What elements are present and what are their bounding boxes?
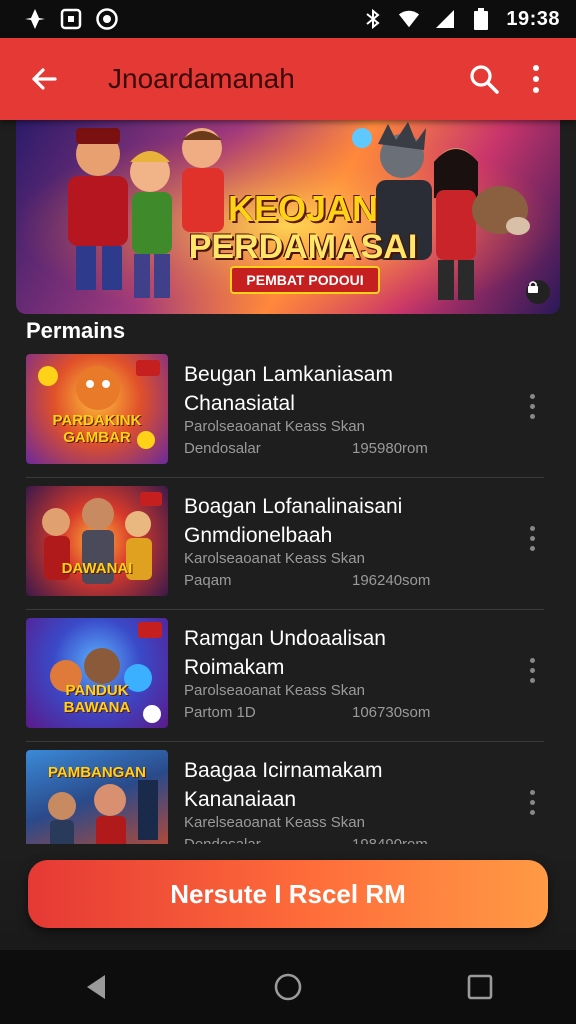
item-more-button[interactable] xyxy=(522,518,542,558)
nav-recents-icon xyxy=(467,974,493,1000)
item-title-line1: Beugan Lamkaniasam xyxy=(184,363,393,386)
item-thumbnail: PANDUK BAWANA xyxy=(26,618,168,728)
battery-icon xyxy=(470,8,492,30)
item-more-button[interactable] xyxy=(522,650,542,690)
item-subtitle: Karelseaoanat Keass Skan xyxy=(184,814,365,831)
item-subtitle: Parolseaoanat Keass Skan xyxy=(184,418,365,435)
nav-home-button[interactable] xyxy=(258,957,318,1017)
signal-icon xyxy=(434,8,456,30)
app-title: Jnoardamanah xyxy=(108,63,295,94)
item-more-button[interactable] xyxy=(522,386,542,426)
item-meta-left: Paqam xyxy=(184,572,232,589)
screenshot-icon xyxy=(60,8,82,30)
status-right: 19:38 xyxy=(362,8,560,31)
item-title-line2: Gnmdionelbaah xyxy=(184,524,333,547)
thumbnail-label: DAWANAI xyxy=(61,560,133,577)
featured-banner[interactable]: KEOJAN PERDAMASAI PEMBAT PODOUI xyxy=(16,118,560,314)
app-bar: Jnoardamanah xyxy=(0,38,576,120)
item-meta-right: 106730som xyxy=(352,704,431,721)
item-title-line1: Ramgan Undoaalisan xyxy=(184,627,386,650)
pocket-icon xyxy=(96,8,118,30)
status-bar: 19:38 xyxy=(0,0,576,38)
list-item[interactable]: PANDUK BAWANA Ramgan Undoaalisan Roimaka… xyxy=(26,610,544,742)
status-clock: 19:38 xyxy=(506,7,560,30)
item-thumbnail: PARDAKINK GAMBAR xyxy=(26,354,168,464)
status-left xyxy=(24,8,118,30)
arrow-left-icon xyxy=(32,68,57,90)
wifi-icon xyxy=(398,8,420,30)
banner-lock-button[interactable] xyxy=(526,280,550,304)
search-button[interactable] xyxy=(458,49,510,109)
nav-home-icon xyxy=(274,973,302,1001)
item-meta-left: Partom 1D xyxy=(184,704,256,721)
item-meta-right: 196240som xyxy=(352,572,431,589)
lock-icon xyxy=(528,281,538,293)
thumbnail-label: PARDAKINK GAMBAR xyxy=(52,412,142,446)
item-title-line2: Chanasiatal xyxy=(184,392,295,415)
game-list: PARDAKINK GAMBAR Beugan Lamkaniasam Chan… xyxy=(0,346,576,874)
thumbnail-art xyxy=(42,492,162,584)
navigation-icon xyxy=(24,8,46,30)
more-vert-icon xyxy=(533,65,539,93)
item-title: Beugan Lamkaniasam Chanasiatal xyxy=(184,360,494,418)
item-thumbnail: DAWANAI xyxy=(26,486,168,596)
list-item[interactable]: PARDAKINK GAMBAR Beugan Lamkaniasam Chan… xyxy=(26,346,544,478)
item-subtitle: Parolseaoanat Keass Skan xyxy=(184,682,365,699)
thumbnail-label: PAMBANGAN xyxy=(47,764,147,781)
banner-title: KEOJAN PERDAMASAI xyxy=(178,188,428,267)
section-title: Permains xyxy=(26,318,126,343)
item-title: Ramgan Undoaalisan Roimakam xyxy=(184,624,494,682)
item-title: Baagaa Icirnamakam Kananaiaan xyxy=(184,756,494,814)
item-title-line1: Baagaa Icirnamakam xyxy=(184,759,383,782)
system-nav-bar xyxy=(0,950,576,1024)
item-title-line2: Roimakam xyxy=(184,656,285,679)
thumbnail-label: PANDUK BAWANA xyxy=(63,682,131,716)
nav-back-icon xyxy=(87,975,105,999)
nav-recents-button[interactable] xyxy=(450,957,510,1017)
item-subtitle: Karolseaoanat Keass Skan xyxy=(184,550,365,567)
item-title: Boagan Lofanalinaisani Gnmdionelbaah xyxy=(184,492,494,550)
thumbnail-art xyxy=(38,360,160,449)
item-more-button[interactable] xyxy=(522,782,542,822)
item-meta-right: 195980rom xyxy=(352,440,428,457)
cta-area: Nersute I Rscel RM xyxy=(0,844,576,950)
bluetooth-icon xyxy=(362,8,384,30)
banner-ribbon: PEMBAT PODOUI xyxy=(230,266,380,294)
overflow-menu-button[interactable] xyxy=(510,49,562,109)
banner-title-line2: PERDAMASAI xyxy=(188,228,418,266)
item-title-line2: Kananaiaan xyxy=(184,788,297,811)
nav-back-button[interactable] xyxy=(66,957,126,1017)
primary-cta-button[interactable]: Nersute I Rscel RM xyxy=(28,860,548,928)
search-icon xyxy=(470,65,499,94)
list-item[interactable]: DAWANAI Boagan Lofanalinaisani Gnmdionel… xyxy=(26,478,544,610)
banner-title-line1: KEOJAN xyxy=(227,188,379,229)
back-button[interactable] xyxy=(14,49,74,109)
item-meta-left: Dendosalar xyxy=(184,440,261,457)
item-title-line1: Boagan Lofanalinaisani xyxy=(184,495,403,518)
